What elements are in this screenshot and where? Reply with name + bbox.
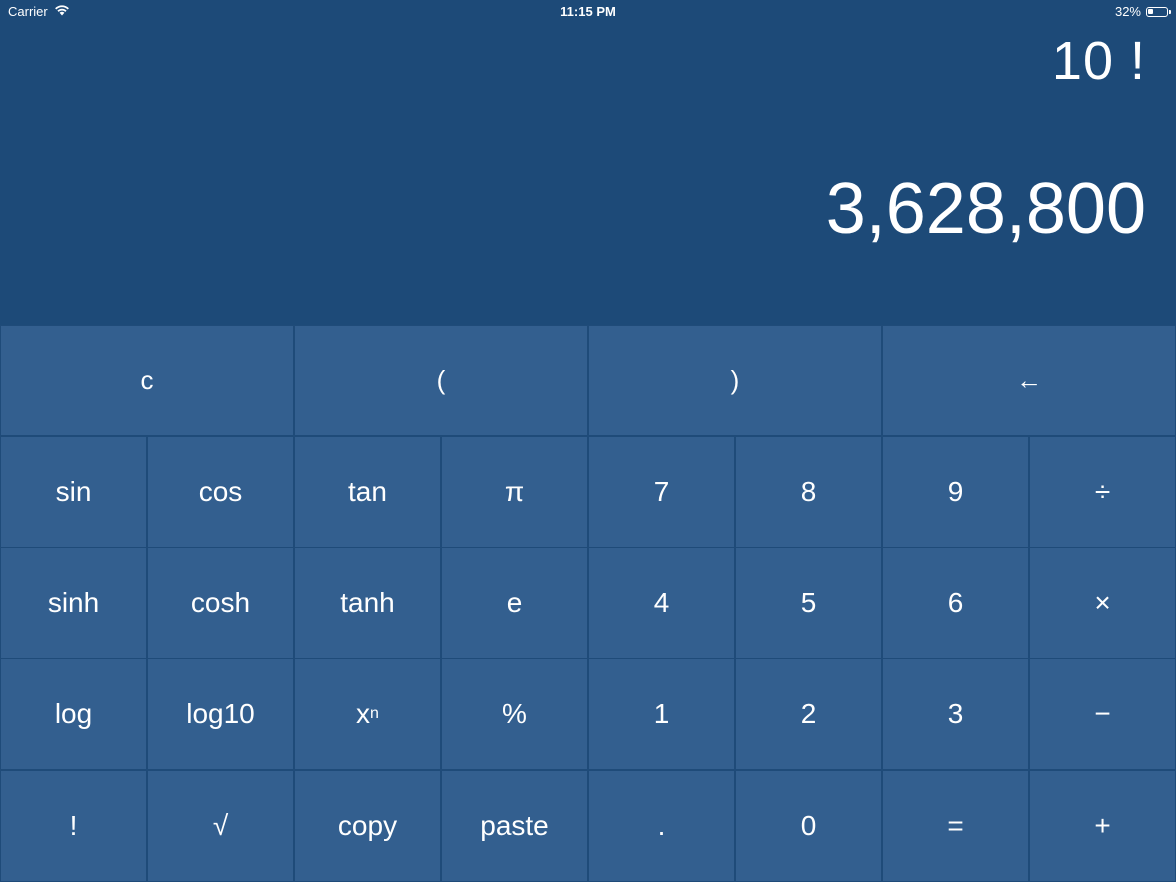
sinh-button[interactable]: sinh	[0, 547, 147, 659]
digit-8-button[interactable]: 8	[735, 436, 882, 548]
keypad-row-5: ! √ copy paste . 0 = +	[0, 770, 1176, 882]
digit-1-button[interactable]: 1	[588, 658, 735, 770]
multiply-button[interactable]: ×	[1029, 547, 1176, 659]
digit-5-button[interactable]: 5	[735, 547, 882, 659]
factorial-button[interactable]: !	[0, 770, 147, 882]
tanh-button[interactable]: tanh	[294, 547, 441, 659]
log10-button[interactable]: log10	[147, 658, 294, 770]
digit-9-button[interactable]: 9	[882, 436, 1029, 548]
decimal-button[interactable]: .	[588, 770, 735, 882]
cos-button[interactable]: cos	[147, 436, 294, 548]
sqrt-button[interactable]: √	[147, 770, 294, 882]
open-paren-button[interactable]: (	[294, 325, 588, 436]
equals-button[interactable]: =	[882, 770, 1029, 882]
euler-button[interactable]: e	[441, 547, 588, 659]
cosh-button[interactable]: cosh	[147, 547, 294, 659]
close-paren-button[interactable]: )	[588, 325, 882, 436]
keypad-row-1: c ( ) ←	[0, 325, 1176, 436]
power-button[interactable]: xn	[294, 658, 441, 770]
calculator-display: 10 ! 3,628,800	[0, 0, 1176, 325]
expression-text: 10 !	[1051, 31, 1146, 91]
subtract-button[interactable]: −	[1029, 658, 1176, 770]
digit-3-button[interactable]: 3	[882, 658, 1029, 770]
digit-2-button[interactable]: 2	[735, 658, 882, 770]
digit-7-button[interactable]: 7	[588, 436, 735, 548]
digit-0-button[interactable]: 0	[735, 770, 882, 882]
percent-button[interactable]: %	[441, 658, 588, 770]
clear-button[interactable]: c	[0, 325, 294, 436]
digit-4-button[interactable]: 4	[588, 547, 735, 659]
digit-6-button[interactable]: 6	[882, 547, 1029, 659]
keypad: c ( ) ← sin cos tan π 7 8 9 ÷ sinh cosh …	[0, 325, 1176, 882]
keypad-row-2: sin cos tan π 7 8 9 ÷	[0, 436, 1176, 548]
result-text: 3,628,800	[825, 169, 1146, 249]
pi-button[interactable]: π	[441, 436, 588, 548]
tan-button[interactable]: tan	[294, 436, 441, 548]
power-exponent: n	[370, 705, 379, 722]
add-button[interactable]: +	[1029, 770, 1176, 882]
backspace-button[interactable]: ←	[882, 325, 1176, 436]
sin-button[interactable]: sin	[0, 436, 147, 548]
log-button[interactable]: log	[0, 658, 147, 770]
copy-button[interactable]: copy	[294, 770, 441, 882]
power-base: x	[356, 698, 371, 729]
keypad-row-3: sinh cosh tanh e 4 5 6 ×	[0, 547, 1176, 659]
keypad-row-4: log log10 xn % 1 2 3 −	[0, 658, 1176, 770]
divide-button[interactable]: ÷	[1029, 436, 1176, 548]
paste-button[interactable]: paste	[441, 770, 588, 882]
